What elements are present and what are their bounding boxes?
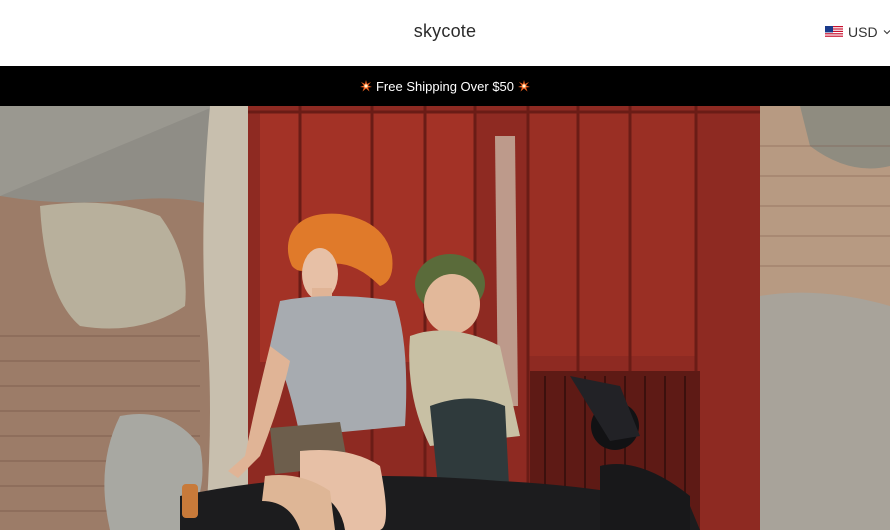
currency-selector[interactable]: USD — [825, 23, 890, 41]
currency-code: USD — [848, 24, 878, 40]
sparkle-burst-icon — [359, 80, 372, 92]
site-header: skycote USD — [0, 0, 890, 66]
hero-image — [0, 106, 890, 530]
sparkle-burst-icon — [518, 80, 531, 92]
announcement-bar: Free Shipping Over $50 — [0, 66, 890, 106]
chevron-down-icon — [883, 30, 890, 35]
announcement-text: Free Shipping Over $50 — [375, 78, 515, 94]
brand-logo[interactable]: skycote — [0, 21, 890, 42]
hero-banner[interactable] — [0, 106, 890, 530]
us-flag-icon — [825, 26, 843, 38]
